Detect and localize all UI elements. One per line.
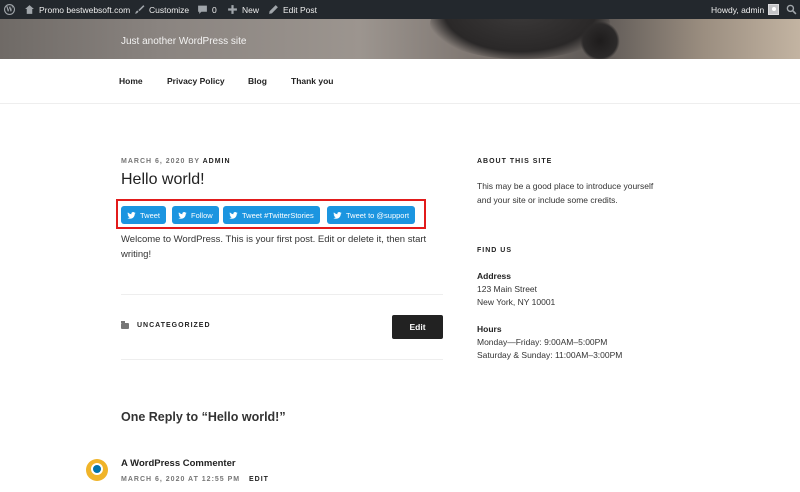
nav-blog[interactable]: Blog: [248, 76, 267, 86]
svg-text:W: W: [5, 7, 13, 14]
header-image: Just another WordPress site: [0, 19, 800, 59]
post-by-label: BY: [188, 158, 200, 165]
header-decoration-2: [580, 21, 620, 59]
post-date-link[interactable]: MARCH 6, 2020: [121, 158, 185, 165]
address-line-1: 123 Main Street: [477, 284, 538, 294]
tweet-button-label: Tweet: [140, 210, 161, 220]
post-meta: MARCH 6, 2020 BY ADMIN: [121, 158, 231, 165]
about-text-line-2: and your site or include some credits.: [477, 195, 618, 205]
pencil-icon: [268, 4, 279, 15]
site-tagline: Just another WordPress site: [121, 36, 247, 47]
post-title: Hello world!: [121, 171, 205, 188]
brush-icon: [134, 4, 145, 15]
tweet-hashtag-button[interactable]: Tweet #TwitterStories: [223, 206, 320, 224]
comments-link[interactable]: 0: [197, 0, 217, 19]
post-content: Welcome to WordPress. This is your first…: [121, 234, 427, 260]
wordpress-logo-icon: W: [4, 4, 15, 15]
search-toggle[interactable]: [786, 0, 797, 19]
tweet-button[interactable]: Tweet: [121, 206, 167, 224]
search-icon: [786, 4, 797, 15]
my-account-menu[interactable]: Howdy, admin: [711, 0, 780, 19]
hours-label: Hours: [477, 324, 502, 334]
site-name-label: Promo bestwebsoft.com: [39, 4, 131, 15]
nav-privacy-policy[interactable]: Privacy Policy: [167, 76, 225, 86]
folder-icon: [121, 320, 129, 329]
comments-title: One Reply to “Hello world!”: [121, 410, 286, 424]
tweet-to-button[interactable]: Tweet to @support: [327, 206, 416, 224]
post-categories: UNCATEGORIZED: [121, 320, 211, 329]
admin-avatar: [768, 4, 780, 15]
follow-button-label: Follow: [191, 210, 213, 220]
category-link[interactable]: UNCATEGORIZED: [137, 322, 211, 329]
find-us-widget-title: FIND US: [477, 247, 512, 254]
address-line-2: New York, NY 10001: [477, 297, 556, 307]
comment-author-link[interactable]: A WordPress Commenter: [121, 458, 236, 469]
twitter-bird-icon: [178, 211, 187, 219]
divider: [121, 294, 443, 295]
tweet-hashtag-button-label: Tweet #TwitterStories: [242, 210, 314, 220]
comment-date-link[interactable]: MARCH 6, 2020 AT 12:55 PM: [121, 476, 240, 483]
nav-home[interactable]: Home: [119, 76, 143, 86]
customize-label: Customize: [149, 4, 190, 15]
tweet-to-button-label: Tweet to @support: [346, 210, 410, 220]
site-name-menu[interactable]: Promo bestwebsoft.com: [24, 0, 130, 19]
admin-bar: W Promo bestwebsoft.com Customize 0 New …: [0, 0, 800, 19]
new-label: New: [242, 4, 260, 15]
new-content-menu[interactable]: New: [227, 0, 259, 19]
customize-link[interactable]: Customize: [134, 0, 189, 19]
divider: [121, 359, 443, 360]
twitter-bird-icon: [333, 211, 342, 219]
twitter-bird-icon: [229, 211, 238, 219]
edit-post-link[interactable]: Edit Post: [268, 0, 317, 19]
address-label: Address: [477, 271, 512, 281]
comments-count: 0: [212, 4, 217, 15]
wordpress-logo-menu[interactable]: W: [4, 0, 15, 19]
about-text-line-1: This may be a good place to introduce yo…: [477, 181, 654, 191]
nav-thank-you[interactable]: Thank you: [291, 76, 334, 86]
twitter-bird-icon: [127, 211, 136, 219]
hours-line-2: Saturday & Sunday: 11:00AM–3:00PM: [477, 350, 623, 360]
home-icon: [24, 4, 35, 15]
primary-menu: Home Privacy Policy Blog Thank you: [0, 59, 800, 104]
hours-line-1: Monday—Friday: 9:00AM–5:00PM: [477, 337, 608, 347]
edit-post-label: Edit Post: [283, 4, 318, 15]
comment-meta: MARCH 6, 2020 AT 12:55 PM EDIT: [121, 476, 269, 483]
follow-button[interactable]: Follow: [172, 206, 219, 224]
comment-edit-link[interactable]: EDIT: [249, 476, 269, 483]
howdy-label: Howdy, admin: [711, 4, 765, 15]
plus-icon: [227, 4, 238, 15]
comment-bubble-icon: [197, 4, 208, 15]
about-widget-title: ABOUT THIS SITE: [477, 158, 553, 165]
commenter-avatar: [86, 459, 108, 481]
edit-post-button[interactable]: Edit: [392, 315, 443, 339]
post-author-link[interactable]: ADMIN: [203, 158, 231, 165]
